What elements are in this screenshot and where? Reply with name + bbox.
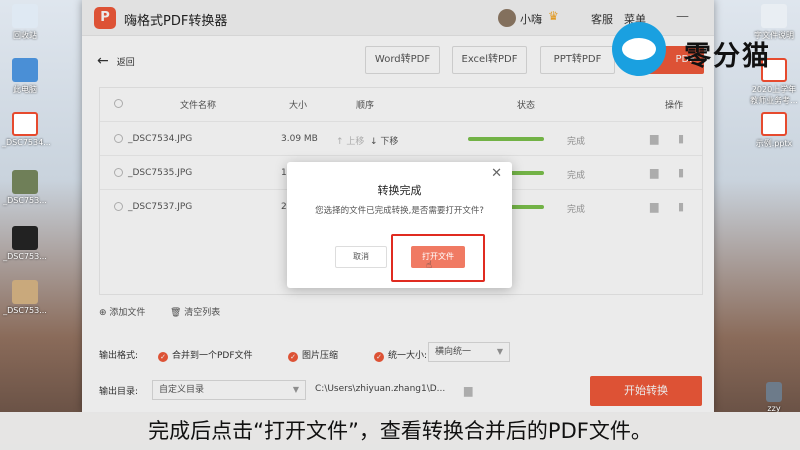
desktop-icon-label: _DSC753... — [3, 306, 47, 315]
desktop-icon-this-pc[interactable]: 此电脑 — [2, 58, 48, 95]
conversion-complete-dialog: ✕ 转换完成 您选择的文件已完成转换,是否需要打开文件? 取消 打开文件 ☝ — [287, 162, 512, 288]
cat-logo-icon — [612, 22, 666, 76]
desktop-icon-recycle-bin[interactable]: 回收站 — [2, 4, 48, 41]
desktop-icon-zip[interactable]: zzy — [755, 382, 793, 413]
close-icon[interactable]: ✕ — [491, 166, 502, 181]
desktop-icon-label: _DSC7534... — [2, 138, 51, 147]
open-file-button[interactable]: 打开文件 — [411, 246, 465, 268]
video-subtitle: 完成后点击“打开文件”，查看转换合并后的PDF文件。 — [0, 412, 800, 450]
hand-cursor-icon: ☝ — [426, 260, 433, 271]
desktop-icon-pdf-file[interactable]: _DSC7534... — [2, 112, 51, 147]
cancel-button[interactable]: 取消 — [335, 246, 387, 268]
dialog-message: 您选择的文件已完成转换,是否需要打开文件? — [315, 206, 484, 216]
desktop-icon-label: _DSC753... — [3, 196, 47, 205]
watermark-text: 零分猫 — [684, 41, 771, 72]
desktop-icon-pptx[interactable]: 示例.pptx — [750, 112, 798, 149]
dialog-title: 转换完成 — [377, 184, 422, 197]
desktop-icon-image-file[interactable]: _DSC753... — [2, 170, 48, 205]
desktop-icon-label: 示例.pptx — [755, 139, 793, 148]
desktop-icon-label: 回收站 — [13, 31, 37, 40]
watermark: 零分猫 — [612, 22, 800, 76]
desktop-icon-image-file[interactable]: _DSC753... — [2, 226, 48, 261]
desktop-icon-label: _DSC753... — [3, 252, 47, 261]
desktop-icon-label: 2020上学年 教师业务考... — [750, 85, 798, 105]
desktop-icon-label: 此电脑 — [13, 85, 37, 94]
desktop-icon-image-file[interactable]: _DSC753... — [2, 280, 48, 315]
